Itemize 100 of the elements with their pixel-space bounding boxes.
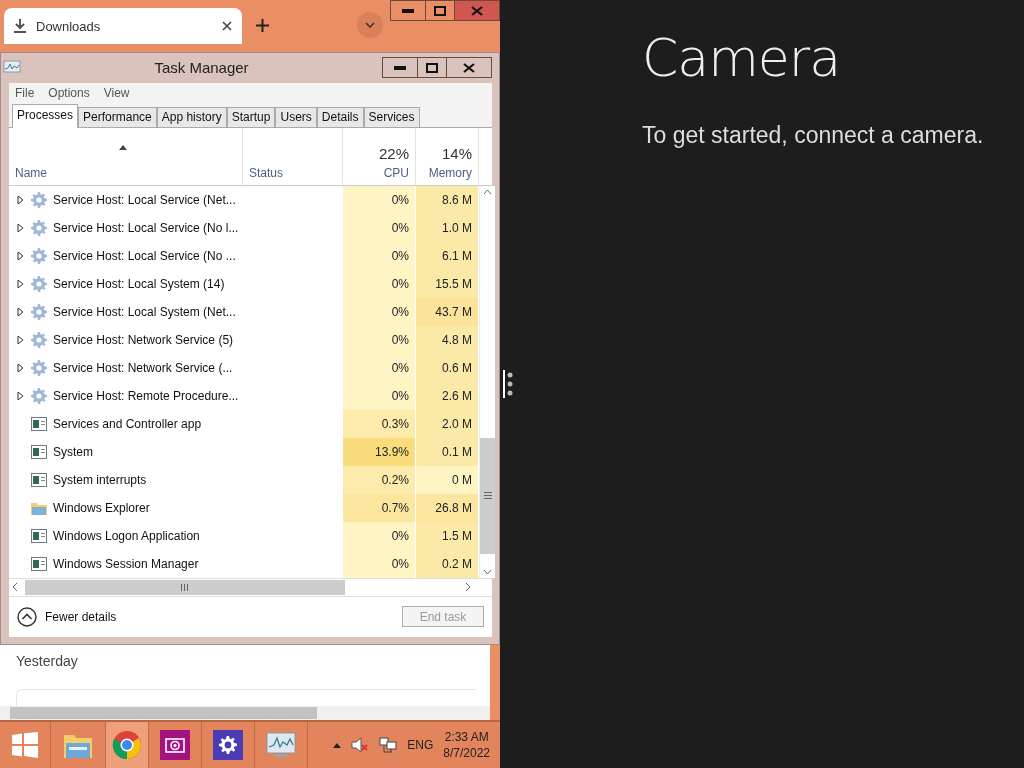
new-tab-icon[interactable] [256, 19, 269, 32]
expand-arrow-icon[interactable] [17, 278, 24, 289]
expand-arrow-icon[interactable] [17, 306, 24, 317]
close-icon[interactable] [471, 5, 483, 16]
network-icon[interactable] [379, 736, 398, 754]
monitor-chart-icon [3, 59, 21, 76]
chevron-up-icon[interactable] [17, 606, 37, 627]
cpu-cell: 0% [343, 185, 416, 214]
gear-icon [31, 387, 47, 404]
process-name[interactable]: Windows Explorer [53, 500, 150, 515]
tab-search-button[interactable] [357, 12, 383, 38]
cpu-cell: 0.2% [343, 465, 416, 494]
cpu-cell: 0% [343, 297, 416, 326]
process-name[interactable]: Services and Controller app [53, 416, 202, 431]
camera-icon[interactable] [160, 730, 190, 760]
section-heading: Yesterday [15, 652, 79, 669]
window-title: Task Manager [153, 59, 250, 77]
column-header[interactable]: Status [249, 165, 284, 180]
memory-cell: 6.1 M [416, 241, 479, 270]
gear-icon [31, 275, 47, 292]
cpu-cell: 0% [343, 241, 416, 270]
memory-cell: 1.5 M [416, 521, 479, 550]
column-header[interactable]: Name [15, 165, 47, 180]
process-name[interactable]: Service Host: Network Service (5) [53, 332, 234, 347]
cpu-cell: 13.9% [343, 437, 416, 466]
tab[interactable]: Services [363, 106, 420, 127]
minimize-icon[interactable] [402, 8, 414, 13]
show-hidden-icons-icon[interactable] [333, 742, 342, 748]
memory-cell: 4.8 M [416, 325, 479, 354]
browser-tab[interactable]: Downloads [4, 8, 242, 44]
expand-arrow-icon[interactable] [17, 250, 24, 261]
cpu-cell: 0.7% [343, 493, 416, 522]
download-icon [14, 19, 26, 33]
memory-cell: 43.7 M [416, 297, 479, 326]
window-icon [31, 556, 47, 571]
status-message: To get started, connect a camera. [642, 122, 985, 149]
expand-arrow-icon[interactable] [17, 222, 24, 233]
column-header[interactable]: CPU [383, 165, 409, 180]
tab[interactable]: Performance [78, 106, 157, 127]
vertical-scrollbar[interactable] [479, 185, 495, 578]
close-icon[interactable] [222, 21, 232, 31]
process-name[interactable]: Service Host: Remote Procedure... [53, 388, 239, 403]
memory-cell: 0.2 M [416, 549, 479, 578]
maximize-icon[interactable] [426, 62, 438, 73]
cpu-cell: 0% [343, 549, 416, 578]
split-handle[interactable] [503, 370, 515, 398]
menu-item[interactable]: View [103, 85, 130, 100]
sort-arrow-icon [119, 144, 127, 150]
process-name[interactable]: Windows Logon Application [53, 528, 200, 543]
expand-arrow-icon[interactable] [17, 362, 24, 373]
horizontal-scrollbar[interactable] [0, 706, 490, 720]
horizontal-scrollbar[interactable] [9, 577, 492, 597]
process-name[interactable]: System [53, 444, 93, 459]
settings-icon[interactable] [213, 730, 243, 760]
language-indicator[interactable]: ENG [407, 738, 434, 752]
usage-total: 14% [441, 144, 472, 162]
process-name[interactable]: Service Host: Local System (Net... [53, 304, 236, 319]
menu-item[interactable]: Options [48, 85, 90, 100]
memory-cell: 2.6 M [416, 381, 479, 410]
monitor-chart-icon[interactable] [265, 731, 297, 759]
window-icon [31, 528, 47, 543]
cpu-cell: 0% [343, 325, 416, 354]
process-name[interactable]: Service Host: Local Service (No l... [53, 220, 239, 235]
close-icon[interactable] [463, 62, 475, 73]
process-name[interactable]: System interrupts [53, 472, 147, 487]
window-icon [31, 444, 47, 459]
grip-icon [181, 583, 189, 591]
memory-cell: 26.8 M [416, 493, 479, 522]
tab[interactable]: Details [316, 106, 364, 127]
app-title: Camera [642, 28, 842, 88]
fewer-details-link[interactable]: Fewer details [17, 606, 117, 627]
column-header[interactable]: Memory [428, 165, 472, 180]
process-name[interactable]: Service Host: Network Service (... [53, 360, 233, 375]
tab[interactable]: Users [275, 106, 317, 127]
close-button[interactable] [454, 1, 499, 20]
speaker-muted-icon[interactable] [351, 737, 370, 753]
expand-arrow-icon[interactable] [17, 334, 24, 345]
gear-icon [31, 247, 47, 264]
maximize-icon[interactable] [434, 5, 446, 16]
memory-cell: 0.6 M [416, 353, 479, 382]
memory-cell: 0.1 M [416, 437, 479, 466]
windows-logo-icon[interactable] [12, 732, 38, 758]
tab[interactable]: Startup [226, 106, 276, 127]
cpu-cell: 0.3% [343, 409, 416, 438]
menu-item[interactable]: File [15, 85, 35, 100]
expand-arrow-icon[interactable] [17, 194, 24, 205]
gear-icon [31, 191, 47, 208]
window-icon [31, 472, 47, 487]
memory-cell: 15.5 M [416, 269, 479, 298]
clock[interactable]: 2:33 AM 8/7/2022 [443, 729, 490, 761]
minimize-icon[interactable] [394, 65, 406, 70]
browser-icon[interactable] [112, 730, 142, 760]
process-name[interactable]: Service Host: Local Service (No ... [53, 248, 236, 263]
process-name[interactable]: Service Host: Local System (14) [53, 276, 225, 291]
chevron-down-icon [365, 22, 375, 28]
tab[interactable]: App history [156, 106, 227, 127]
expand-arrow-icon[interactable] [17, 390, 24, 401]
process-name[interactable]: Service Host: Local Service (Net... [53, 192, 236, 207]
tab[interactable]: Processes [12, 103, 79, 128]
process-name[interactable]: Windows Session Manager [53, 556, 199, 571]
